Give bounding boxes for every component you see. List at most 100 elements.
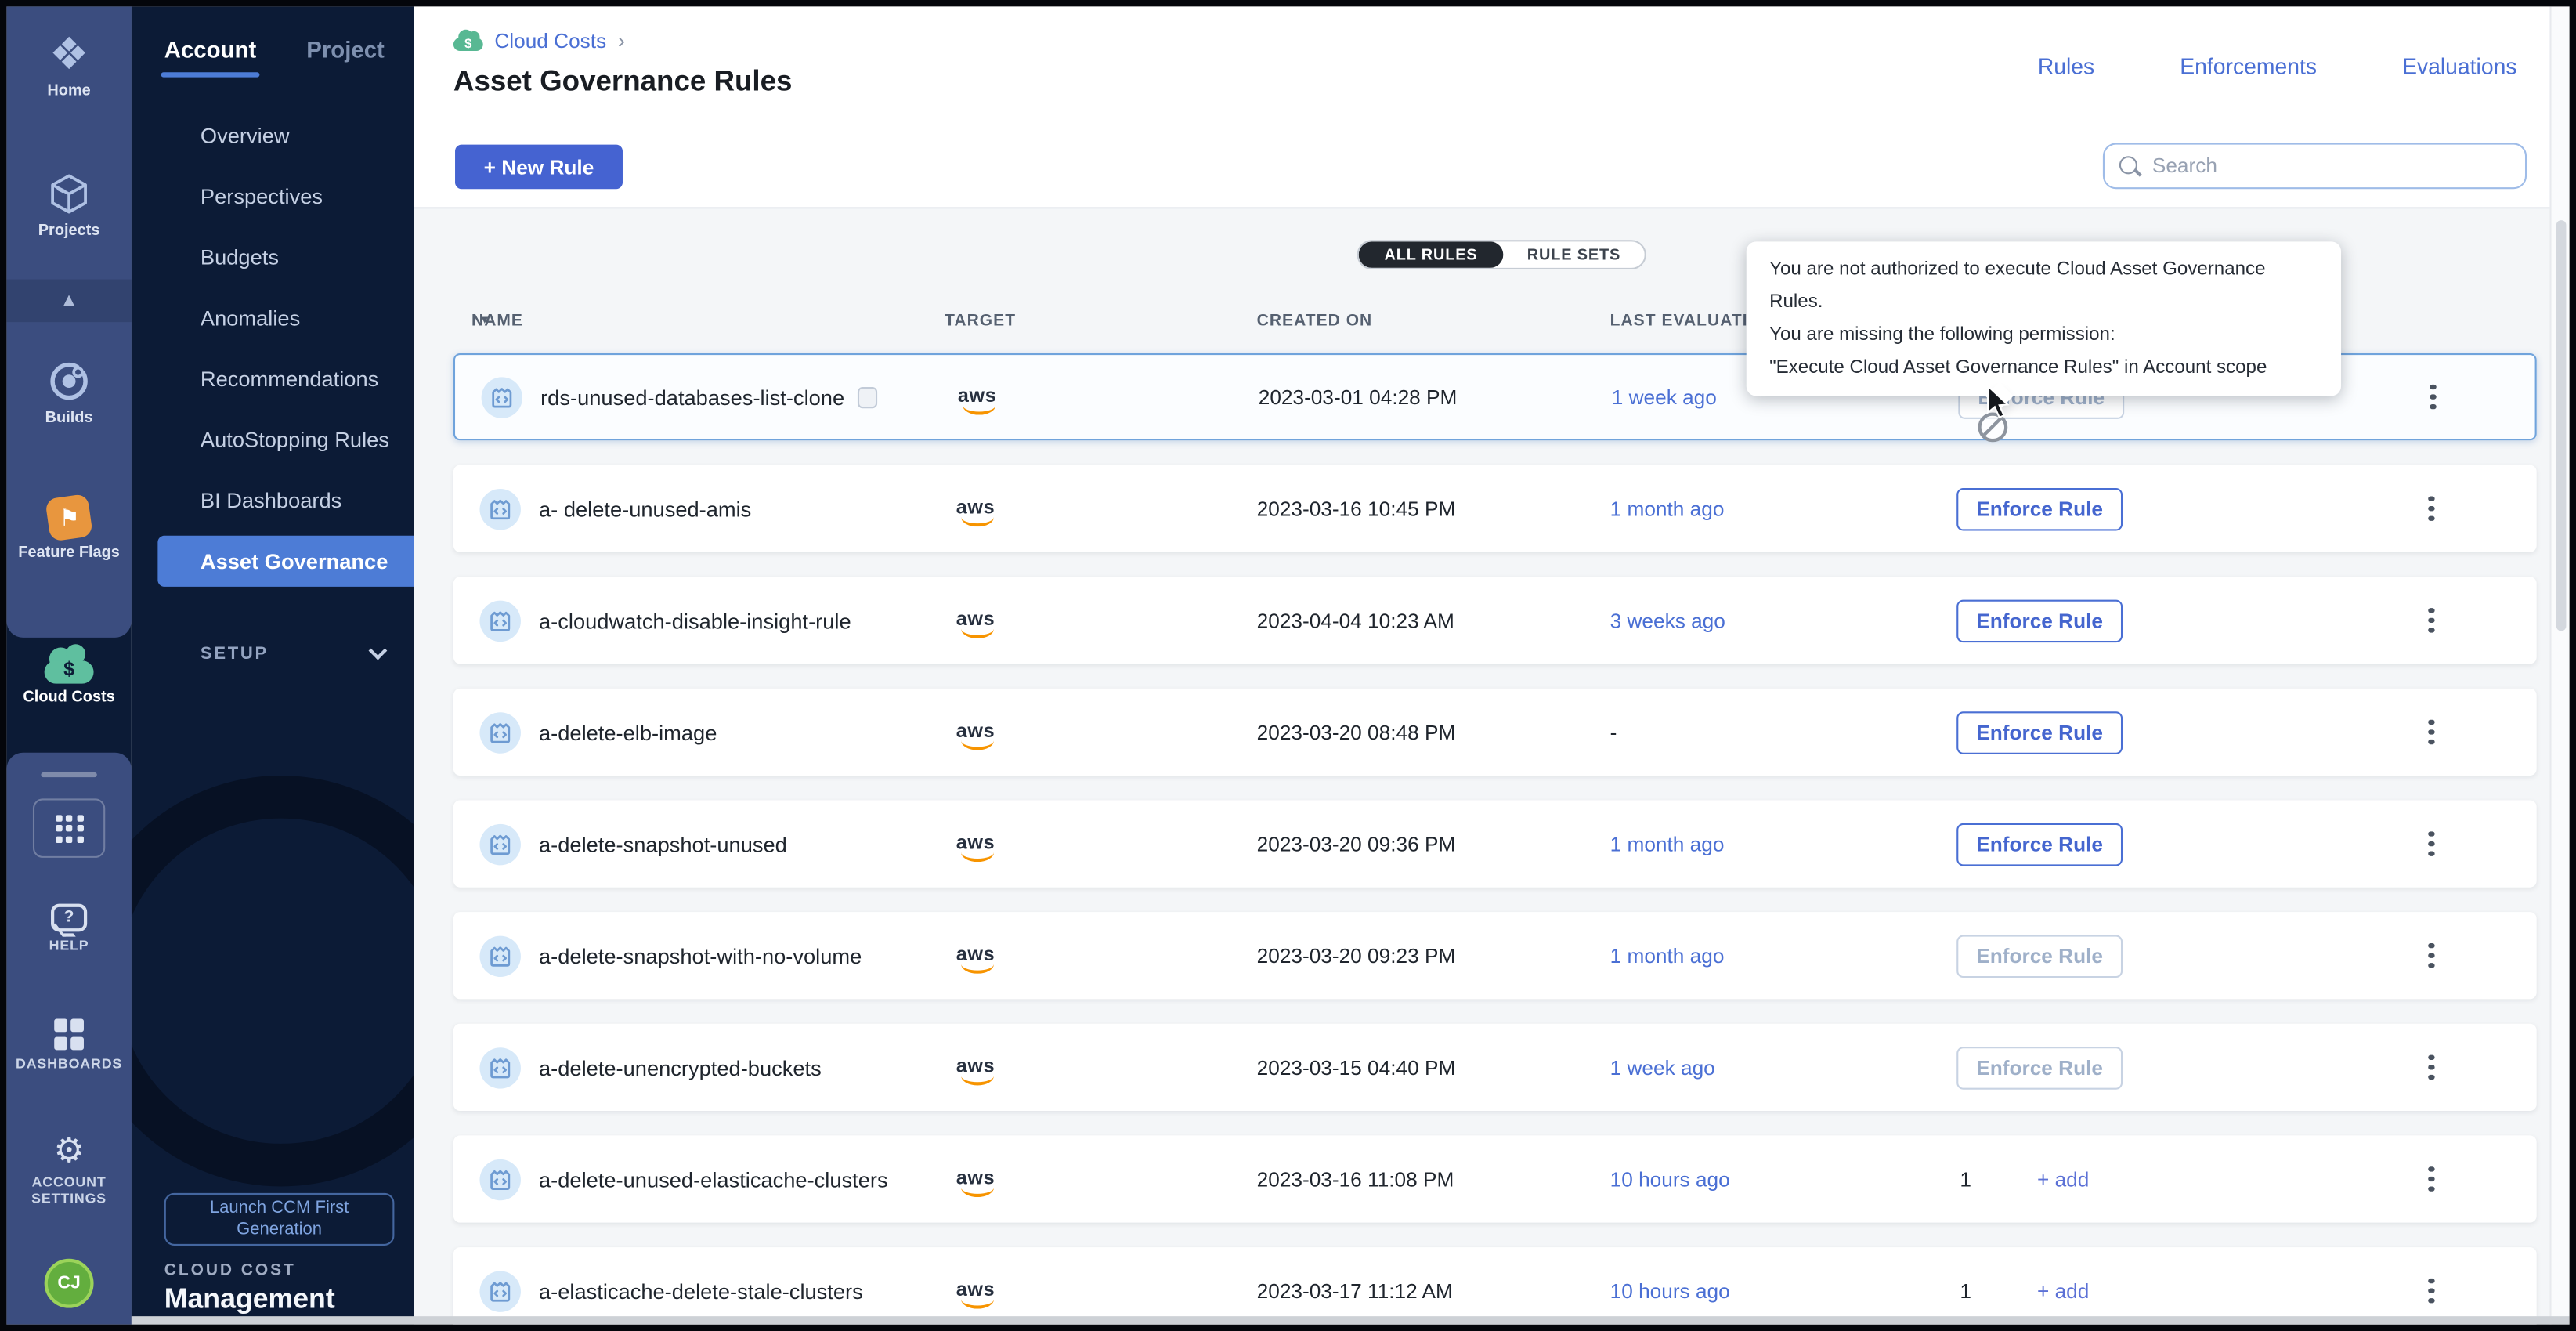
kebab-menu-icon[interactable] [2419,1049,2445,1085]
table-row[interactable]: a-cloudwatch-disable-insight-rule aws 20… [453,577,2537,664]
last-evaluation[interactable]: 3 weeks ago [1610,609,1725,631]
avatar[interactable]: CJ [45,1259,94,1308]
search-input[interactable] [2152,154,2510,177]
enforce-rule-button[interactable]: Enforce Rule [1956,934,2123,977]
table-row[interactable]: a- delete-unused-amis aws 2023-03-16 10:… [453,465,2537,552]
table-row[interactable]: a-delete-snapshot-with-no-volume aws 202… [453,912,2537,999]
sidebar-watermark [132,776,414,1186]
sidebar-item-cloud-costs[interactable]: $ Cloud Costs [6,644,131,708]
module-picker-button[interactable] [33,798,105,858]
header-nav-links: Rules Enforcements Evaluations [2038,54,2517,78]
table-row[interactable]: a-delete-unencrypted-buckets aws 2023-03… [453,1024,2537,1111]
sidebar-item-asset-governance[interactable]: Asset Governance [157,536,414,587]
rule-icon [479,1270,520,1311]
last-evaluation[interactable]: 1 month ago [1610,944,1725,967]
aws-logo-text: aws [956,942,995,964]
sidebar-item-home[interactable]: ❖ Home [6,33,131,102]
copy-icon[interactable] [858,386,877,407]
rule-name[interactable]: a-delete-elb-image [539,720,717,744]
rule-name[interactable]: a-delete-unencrypted-buckets [539,1055,822,1080]
created-on: 2023-03-16 10:45 PM [1257,497,1456,520]
rule-name[interactable]: a-delete-unused-elasticache-clusters [539,1166,888,1191]
kebab-menu-icon[interactable] [2419,1273,2445,1309]
enforce-rule-button[interactable]: Enforce Rule [1956,711,2123,754]
table-row[interactable]: a-delete-elb-image aws 2023-03-20 08:48 … [453,689,2537,776]
aws-logo-icon: aws [956,714,995,749]
sidebar-item-anomalies[interactable]: Anomalies [132,288,414,349]
search-box [2103,143,2527,189]
nav-link-evaluations[interactable]: Evaluations [2402,54,2516,78]
tab-project[interactable]: Project [306,36,385,63]
search-icon [2119,155,2141,176]
column-header-target[interactable]: TARGET [945,313,1016,331]
nav-link-rules[interactable]: Rules [2038,54,2094,78]
last-evaluation[interactable]: - [1610,721,1617,743]
tab-account[interactable]: Account [164,36,256,63]
sidebar-item-feature-flags[interactable]: ⚑ Feature Flags [6,496,131,563]
rule-name[interactable]: rds-unused-databases-list-clone [540,385,844,409]
user-avatar-item[interactable]: CJ [6,1259,131,1308]
enforce-rule-button[interactable]: Enforce Rule [1956,487,2123,530]
setup-section-toggle[interactable]: SETUP [201,644,385,664]
tab-all-rules[interactable]: ALL RULES [1359,241,1504,268]
last-evaluation[interactable]: 1 month ago [1610,832,1725,855]
breadcrumb-chevron-icon: › [618,28,625,52]
add-enforcement-link[interactable]: + add [2037,1167,2089,1190]
kebab-menu-icon[interactable] [2419,490,2445,526]
kebab-menu-icon[interactable] [2420,378,2447,414]
cloud-costs-label: Cloud Costs [23,690,114,708]
tab-rule-sets[interactable]: RULE SETS [1503,241,1644,268]
page-scrollbar[interactable] [2549,6,2569,1324]
table-row[interactable]: a-delete-snapshot-unused aws 2023-03-20 … [453,801,2537,888]
rules-view-toggle: ALL RULES RULE SETS [1357,240,1646,269]
kebab-menu-icon[interactable] [2419,826,2445,862]
kebab-menu-icon[interactable] [2419,714,2445,750]
kebab-menu-icon[interactable] [2419,1161,2445,1197]
enforce-rule-button[interactable]: Enforce Rule [1956,823,2123,866]
target-cell: aws [956,603,995,638]
rule-name[interactable]: a-delete-snapshot-with-no-volume [539,943,862,968]
rule-name[interactable]: a-elasticache-delete-stale-clusters [539,1279,863,1303]
last-evaluation[interactable]: 10 hours ago [1610,1167,1730,1190]
kebab-menu-icon[interactable] [2419,938,2445,974]
table-row[interactable]: a-elasticache-delete-stale-clusters aws … [453,1247,2537,1325]
sidebar-item-projects[interactable]: Projects [6,171,131,241]
enforce-rule-button[interactable]: Enforce Rule [1956,1046,2123,1089]
rule-name[interactable]: a- delete-unused-amis [539,496,751,520]
sidebar-item-budgets[interactable]: Budgets [132,226,414,288]
table-row[interactable]: a-delete-unused-elasticache-clusters aws… [453,1135,2537,1222]
sidebar-item-perspectives[interactable]: Perspectives [132,166,414,227]
last-evaluation[interactable]: 1 month ago [1610,497,1725,520]
sidebar-item-builds[interactable]: Builds [6,358,131,429]
sidebar-item-recommendations[interactable]: Recommendations [132,349,414,410]
rule-name[interactable]: a-cloudwatch-disable-insight-rule [539,608,851,632]
breadcrumb-cloud-costs-link[interactable]: Cloud Costs [494,29,606,52]
sidebar-item-account-settings[interactable]: ⚙ ACCOUNT SETTINGS [6,1134,131,1206]
add-enforcement-link[interactable]: + add [2037,1279,2089,1302]
breadcrumb: $ Cloud Costs › [453,28,625,52]
sidebar-item-autostopping-rules[interactable]: AutoStopping Rules [132,409,414,470]
rail-scroll-up[interactable]: ▲ [6,280,131,323]
launch-ccm-first-gen-button[interactable]: Launch CCM First Generation [164,1193,395,1246]
sidebar-item-bi-dashboards[interactable]: BI Dashboards [132,470,414,531]
sidebar-item-help[interactable]: ? HELP [6,904,131,955]
enforce-rule-button[interactable]: Enforce Rule [1956,599,2123,642]
kebab-menu-icon[interactable] [2419,602,2445,638]
created-on: 2023-04-04 10:23 AM [1257,609,1454,631]
left-nav-rail: ❖ Home Projects ▲ [6,6,131,1324]
sidebar-item-dashboards[interactable]: DASHBOARDS [6,1018,131,1072]
new-rule-button[interactable]: + New Rule [455,145,623,190]
nav-link-enforcements[interactable]: Enforcements [2180,54,2317,78]
scrollbar-thumb[interactable] [2556,220,2566,631]
rule-icon [479,600,520,641]
aws-logo-text: aws [958,383,996,406]
screen: ❖ Home Projects ▲ [0,0,2576,1331]
sidebar-item-overview[interactable]: Overview [132,105,414,166]
last-evaluation[interactable]: 10 hours ago [1610,1279,1730,1302]
rule-name[interactable]: a-delete-snapshot-unused [539,831,787,855]
last-evaluation[interactable]: 1 week ago [1612,385,1717,408]
target-cell: aws [958,380,996,414]
last-evaluation[interactable]: 1 week ago [1610,1056,1715,1079]
column-header-created-on[interactable]: CREATED ON [1257,313,1373,331]
enforcement-count: 1 [1960,1279,1971,1302]
